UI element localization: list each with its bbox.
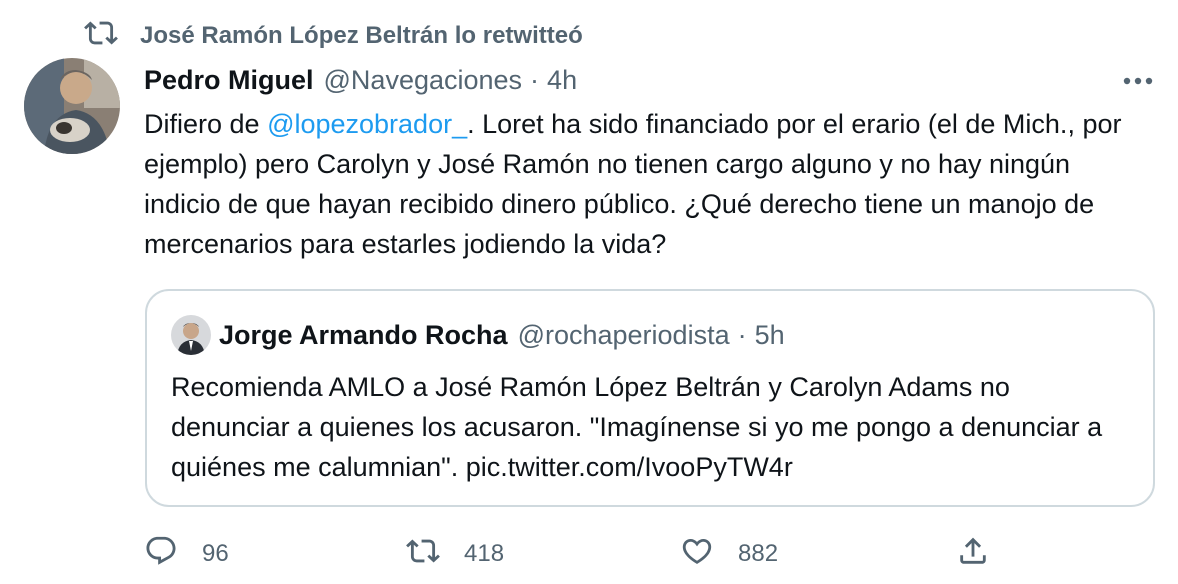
reply-button[interactable]: 96	[144, 534, 229, 575]
retweet-context[interactable]: José Ramón López Beltrán lo retwitteó	[84, 20, 583, 52]
tweet-text: Difiero de @lopezobrador_. Loret ha sido…	[144, 104, 1154, 264]
retweet-icon	[84, 16, 118, 57]
quoted-avatar	[171, 315, 211, 355]
more-icon	[1123, 72, 1153, 90]
retweet-action-icon	[406, 534, 440, 575]
quoted-author-handle: @rochaperiodista	[517, 319, 730, 350]
reply-icon	[144, 534, 178, 575]
reply-count: 96	[202, 540, 229, 567]
avatar[interactable]	[24, 58, 120, 154]
heart-icon	[680, 534, 714, 575]
retweet-context-label: José Ramón López Beltrán lo retwitteó	[140, 22, 583, 49]
tweet-card[interactable]: José Ramón López Beltrán lo retwitteó Pe…	[0, 0, 1178, 584]
quoted-header: Jorge Armando Rocha @rochaperiodista · 5…	[219, 315, 785, 355]
tweet-header: Pedro Miguel @Navegaciones · 4h	[144, 62, 577, 98]
more-options-button[interactable]	[1120, 66, 1156, 96]
like-count: 882	[738, 540, 779, 567]
tweet-text-before: Difiero de	[144, 109, 268, 139]
quoted-text: Recomienda AMLO a José Ramón López Beltr…	[171, 372, 1103, 482]
retweet-count: 418	[464, 540, 505, 567]
quoted-separator: ·	[737, 319, 747, 350]
action-bar: 96 418 882	[144, 532, 1154, 576]
mention-link[interactable]: @lopezobrador_	[267, 109, 467, 139]
quoted-author-name: Jorge Armando Rocha	[219, 319, 508, 350]
quoted-timestamp: 5h	[754, 319, 785, 350]
share-button[interactable]	[956, 534, 990, 575]
share-icon	[956, 534, 990, 575]
author-name[interactable]: Pedro Miguel	[144, 65, 314, 96]
retweet-button[interactable]: 418	[406, 534, 504, 575]
quoted-tweet[interactable]: Jorge Armando Rocha @rochaperiodista · 5…	[145, 289, 1155, 507]
author-handle[interactable]: @Navegaciones	[324, 65, 523, 96]
header-separator: ·	[530, 64, 540, 95]
like-button[interactable]: 882	[680, 534, 778, 575]
tweet-timestamp[interactable]: 4h	[547, 65, 577, 96]
